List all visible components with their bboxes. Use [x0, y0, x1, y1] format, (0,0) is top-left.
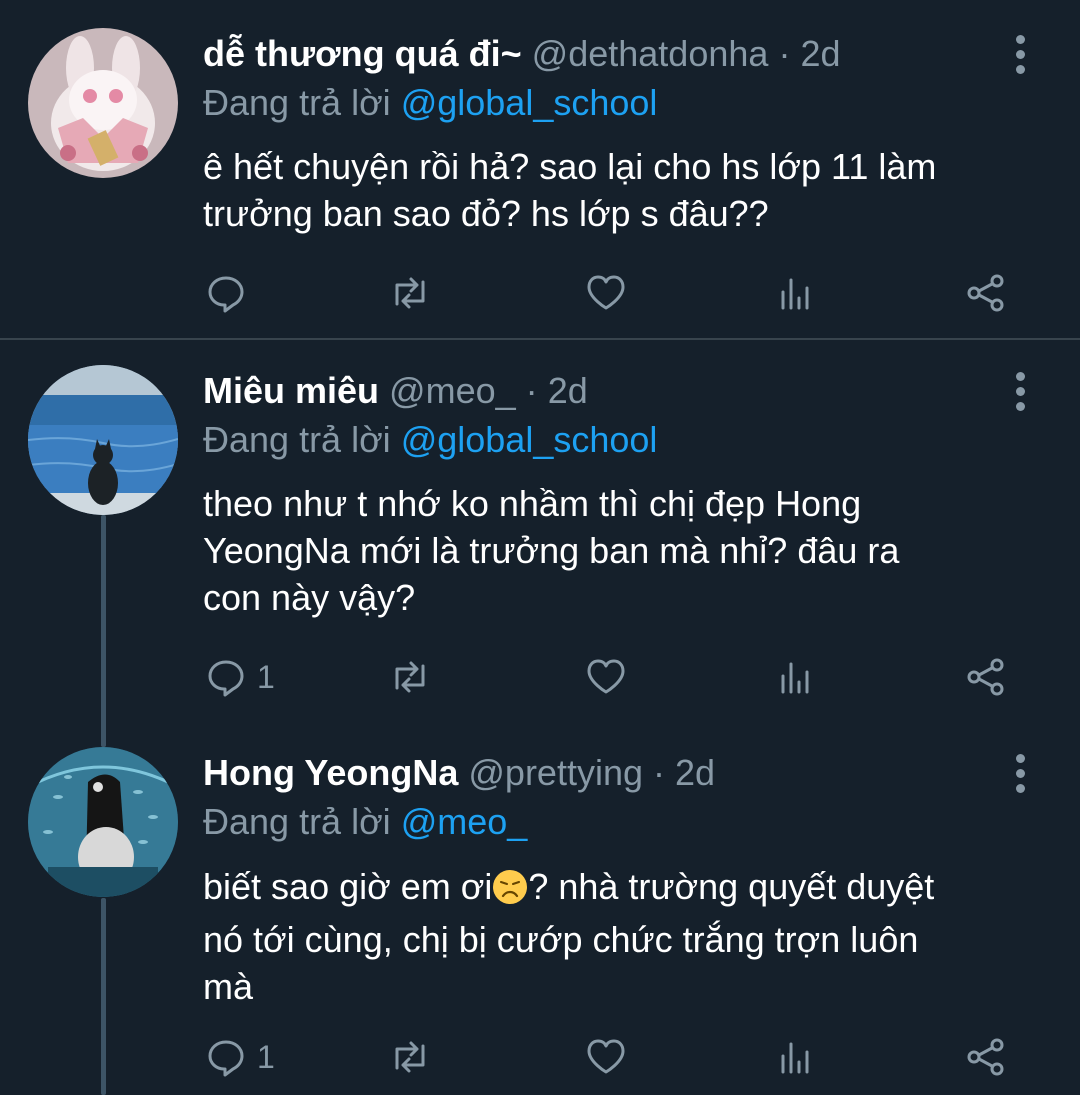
tweet-header: Miêu miêu @meo_ · 2d: [203, 369, 1000, 413]
tweet-text-line: YeongNa mới là trưởng ban mà nhỉ? đâu ra: [203, 530, 900, 571]
replying-to: Đang trả lời @global_school: [203, 418, 657, 462]
separator: ·: [525, 370, 538, 411]
replying-label: Đang trả lời: [203, 82, 391, 123]
thread-line: [101, 898, 106, 1095]
reply-count: 1: [257, 1038, 275, 1075]
tweet-text: theo như t nhớ ko nhầm thì chị đẹp Hong …: [203, 480, 1030, 621]
display-name[interactable]: Hong YeongNa: [203, 752, 458, 793]
reply-button[interactable]: 1: [203, 652, 275, 702]
share-icon: [967, 274, 1004, 312]
tweet-text-line: ê hết chuyện rồi hả? sao lại cho hs lớp …: [203, 146, 937, 187]
tweet-text-line: trưởng ban sao đỏ? hs lớp s đâu??: [203, 193, 769, 234]
retweet-icon: [395, 1041, 425, 1073]
replying-label: Đang trả lời: [203, 419, 391, 460]
thread-line: [101, 515, 106, 747]
user-handle[interactable]: @dethatdonha: [532, 33, 769, 74]
replying-label: Đang trả lời: [203, 801, 391, 842]
cat-at-sea-avatar-icon: [28, 365, 178, 515]
analytics-icon: [781, 1042, 809, 1074]
analytics-button[interactable]: [773, 1032, 819, 1082]
girl-at-aquarium-avatar-icon: [28, 747, 178, 897]
divider: [0, 338, 1080, 340]
more-options-icon[interactable]: [1000, 751, 1040, 795]
tweet-text: ê hết chuyện rồi hả? sao lại cho hs lớp …: [203, 143, 1030, 237]
tweet-text-line: theo như t nhớ ko nhầm thì chị đẹp Hong: [203, 483, 862, 524]
replying-to: Đang trả lời @meo_: [203, 800, 527, 844]
analytics-button[interactable]: [773, 268, 819, 318]
action-bar: [203, 268, 1020, 318]
heart-icon: [587, 275, 625, 310]
tweet-text-line: nó tới cùng, chị bị cướp chức trắng trợn…: [203, 919, 919, 960]
display-name[interactable]: Miêu miêu: [203, 370, 379, 411]
retweet-icon: [395, 277, 425, 309]
more-options-icon[interactable]: [1000, 32, 1040, 76]
like-button[interactable]: [583, 1032, 629, 1082]
reply-button[interactable]: [203, 268, 257, 318]
more-options-icon[interactable]: [1000, 369, 1040, 413]
analytics-icon: [781, 278, 809, 310]
share-button[interactable]: [963, 1032, 1009, 1082]
tweet-text-segment: biết sao giờ em ơi: [203, 866, 493, 907]
plush-bunny-avatar-icon: [28, 28, 178, 178]
tweet-text: biết sao giờ em ơi ? nhà trường quyết duy…: [203, 863, 1030, 1010]
reply-mention-link[interactable]: @global_school: [401, 82, 658, 123]
separator: ·: [653, 752, 666, 793]
tweet-header: Hong YeongNa @prettying · 2d: [203, 751, 1000, 795]
reply-mention-link[interactable]: @meo_: [401, 801, 528, 842]
retweet-button[interactable]: [387, 268, 433, 318]
timestamp[interactable]: 2d: [800, 33, 840, 74]
reply-button[interactable]: 1: [203, 1032, 275, 1082]
avatar[interactable]: [28, 365, 178, 515]
reply-mention-link[interactable]: @global_school: [401, 419, 658, 460]
like-button[interactable]: [583, 652, 629, 702]
heart-icon: [587, 1039, 625, 1074]
disappointed-face-icon: [492, 869, 528, 916]
reply-icon: [208, 276, 244, 313]
tweet-text-line: con này vậy?: [203, 577, 416, 618]
action-bar: 1: [203, 1032, 1020, 1082]
reply-icon: [208, 1040, 244, 1077]
reply-icon: [208, 660, 244, 697]
share-icon: [967, 658, 1004, 696]
avatar[interactable]: [28, 747, 178, 897]
analytics-button[interactable]: [773, 652, 819, 702]
timestamp[interactable]: 2d: [548, 370, 588, 411]
reply-count: 1: [257, 658, 275, 695]
timestamp[interactable]: 2d: [675, 752, 715, 793]
avatar[interactable]: [28, 28, 178, 178]
like-button[interactable]: [583, 268, 629, 318]
heart-icon: [587, 659, 625, 694]
tweet-text-segment: ? nhà trường quyết duyệt: [528, 866, 935, 907]
tweet-text-line: biết sao giờ em ơi ? nhà trường quyết duy…: [203, 863, 1030, 916]
display-name[interactable]: dễ thương quá đi~: [203, 33, 522, 74]
retweet-button[interactable]: [387, 652, 433, 702]
share-button[interactable]: [963, 268, 1009, 318]
share-button[interactable]: [963, 652, 1009, 702]
replying-to: Đang trả lời @global_school: [203, 81, 657, 125]
tweet-text-line: mà: [203, 966, 254, 1007]
retweet-icon: [395, 661, 425, 693]
action-bar: 1: [203, 652, 1020, 702]
user-handle[interactable]: @meo_: [389, 370, 516, 411]
analytics-icon: [781, 662, 809, 694]
share-icon: [967, 1038, 1004, 1076]
tweet-header: dễ thương quá đi~ @dethatdonha · 2d: [203, 32, 1000, 76]
retweet-button[interactable]: [387, 1032, 433, 1082]
user-handle[interactable]: @prettying: [468, 752, 643, 793]
separator: ·: [778, 33, 791, 74]
